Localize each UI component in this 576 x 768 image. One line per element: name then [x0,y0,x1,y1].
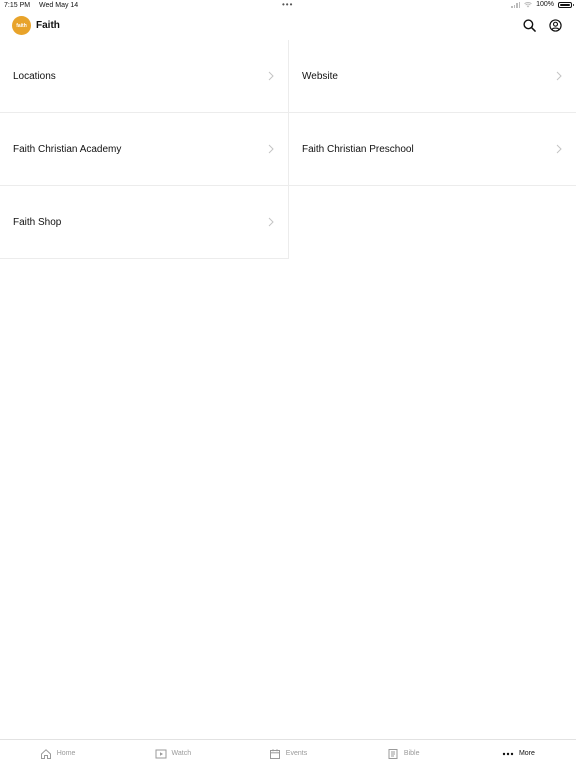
status-indicators: 100% [511,1,574,8]
more-icon [502,748,514,760]
chevron-right-icon [555,144,563,154]
tab-more[interactable]: More [461,740,576,768]
menu-item-label: Locations [13,70,56,82]
menu-item-faith-christian-academy[interactable]: Faith Christian Academy [0,113,289,186]
battery-percentage: 100% [536,1,554,8]
menu-item-faith-christian-preschool[interactable]: Faith Christian Preschool [289,113,576,186]
video-icon [155,748,167,760]
chevron-right-icon [267,217,275,227]
multitasking-dots[interactable]: ••• [282,1,293,9]
battery-icon [558,1,574,8]
wifi-icon [524,1,532,7]
status-time: 7:15 PM [4,2,31,9]
app-title: Faith [36,20,60,31]
menu-empty-cell [289,186,576,259]
tab-watch[interactable]: Watch [115,740,230,768]
home-icon [40,748,52,760]
brand[interactable]: faith Faith [12,16,60,35]
logo-text: faith [16,22,27,29]
tab-events[interactable]: Events [230,740,345,768]
tab-label: Events [285,750,308,757]
menu-item-label: Faith Christian Preschool [302,143,414,155]
cellular-signal-icon [511,1,521,8]
tab-label: Watch [171,750,192,757]
app-header: faith Faith [0,13,576,40]
status-date: Wed May 14 [39,2,79,9]
tab-label: Bible [403,750,420,757]
menu-item-label: Website [302,70,338,82]
more-menu-grid: Locations Website Faith Christian Academ… [0,40,576,259]
book-icon [387,748,399,760]
calendar-icon [269,748,281,760]
menu-item-faith-shop[interactable]: Faith Shop [0,186,289,259]
tab-home[interactable]: Home [0,740,115,768]
account-icon[interactable] [548,18,562,32]
search-icon[interactable] [522,18,536,32]
tab-bible[interactable]: Bible [346,740,461,768]
tab-bar: Home Watch Events Bible More [0,739,576,768]
tab-label: More [518,750,535,757]
chevron-right-icon [267,71,275,81]
menu-item-label: Faith Christian Academy [13,143,122,155]
chevron-right-icon [555,71,563,81]
chevron-right-icon [267,144,275,154]
status-bar: 7:15 PM Wed May 14 ••• 100% [0,0,576,13]
church-logo: faith [12,16,31,35]
status-time-date: 7:15 PM Wed May 14 [4,2,85,9]
tab-label: Home [56,750,76,757]
menu-item-locations[interactable]: Locations [0,40,289,113]
header-actions [522,18,562,32]
menu-item-label: Faith Shop [13,216,62,228]
menu-item-website[interactable]: Website [289,40,576,113]
